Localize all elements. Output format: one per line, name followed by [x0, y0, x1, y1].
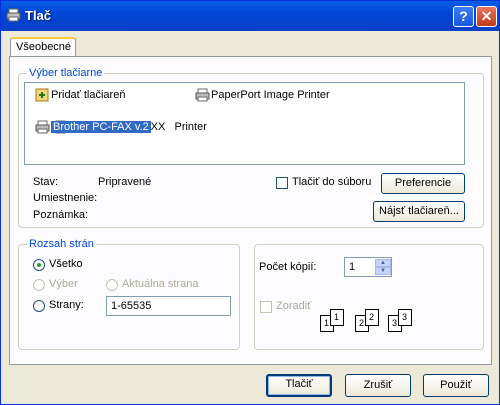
comment-label: Poznámka:: [33, 209, 89, 221]
collate-label: Zoradiť: [276, 300, 312, 312]
selection-label: Výber: [49, 278, 78, 290]
current-page-label: Aktuálna strana: [122, 278, 199, 290]
print-button[interactable]: Tlačiť: [266, 374, 332, 397]
title-bar[interactable]: Tlač ? ✕: [1, 1, 499, 31]
printer-icon: [6, 8, 21, 22]
printer-list[interactable]: Pridať tlačiareň PaperPort Image Printer…: [24, 82, 465, 165]
list-item[interactable]: PaperPort Image Printer: [195, 87, 330, 103]
printer-icon: [35, 120, 50, 134]
list-item[interactable]: Brother PC-FAX v.2: [35, 119, 151, 135]
pages-input[interactable]: 1-65535: [106, 296, 231, 316]
status-value: Pripravené: [98, 176, 152, 188]
tab-general[interactable]: Všeobecné: [10, 37, 76, 57]
collate-preview-icon: 1 1 2 2 3 3: [316, 301, 416, 341]
add-printer-icon: [35, 88, 49, 102]
window-title: Tlač: [25, 8, 52, 23]
find-printer-button[interactable]: Nájsť tlačiareň...: [373, 201, 465, 222]
print-to-file-label: Tlačiť do súboru: [292, 176, 372, 188]
tab-label: Všeobecné: [16, 41, 72, 53]
spin-down-icon[interactable]: ▼: [375, 267, 391, 275]
spin-up-icon[interactable]: ▲: [375, 259, 391, 267]
pages-label: Strany:: [49, 299, 84, 311]
cancel-button[interactable]: Zrušiť: [345, 374, 411, 397]
help-button[interactable]: ?: [453, 6, 474, 27]
copies-count-label: Počet kópií:: [259, 261, 317, 273]
all-pages-label: Všetko: [49, 258, 83, 270]
status-label: Stav:: [33, 176, 59, 188]
pages-radio[interactable]: [33, 300, 45, 312]
list-item[interactable]: Pridať tlačiareň: [35, 87, 125, 103]
list-item[interactable]: Brother MFC-XXXX Printer: [35, 103, 207, 134]
preferences-button[interactable]: Preferencie: [381, 173, 465, 194]
collate-checkbox[interactable]: [260, 301, 272, 313]
copies-stepper[interactable]: ▲ ▼: [375, 259, 391, 275]
printer-selection-legend: Výber tlačiarne: [27, 67, 105, 79]
print-dialog: Tlač ? ✕ Všeobecné Výber tlačiarne Prida…: [0, 0, 500, 405]
location-label: Umiestnenie:: [33, 192, 98, 204]
page-range-legend: Rozsah strán: [27, 238, 96, 250]
print-to-file-checkbox[interactable]: [276, 177, 288, 189]
current-page-radio[interactable]: [106, 279, 118, 291]
selection-radio[interactable]: [33, 279, 45, 291]
all-pages-radio[interactable]: [33, 259, 45, 271]
close-button[interactable]: ✕: [476, 6, 497, 27]
printer-icon: [195, 88, 210, 102]
apply-button[interactable]: Použiť: [423, 374, 489, 397]
